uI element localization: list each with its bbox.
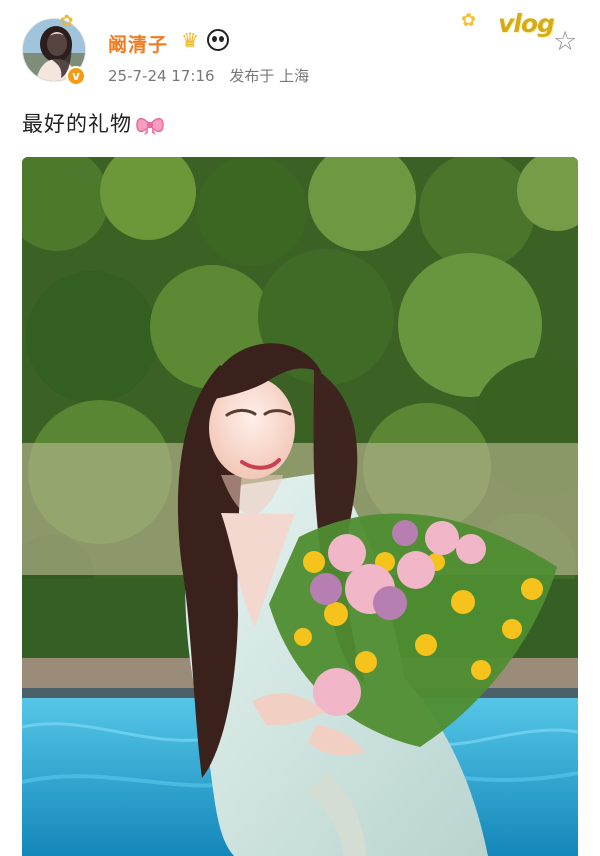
flower-icon: ✿ <box>461 10 476 31</box>
vlog-badge: ✿ vlog <box>461 6 555 42</box>
post-text: 最好的礼物 <box>22 108 166 138</box>
post-caption: 最好的礼物 <box>22 112 132 136</box>
post-location: 发布于 上海 <box>229 67 310 85</box>
post-time: 25-7-24 17:16 <box>108 67 215 85</box>
vlog-label: vlog <box>498 9 555 38</box>
crown-icon: ♛ <box>181 28 199 52</box>
panda-icon <box>207 29 229 51</box>
post-header: ✿ v 阚清子 ♛ 25-7-24 17:16 发布于 上海 ✿ vlog ☆ <box>0 0 600 100</box>
post-meta: 25-7-24 17:16 发布于 上海 <box>108 65 319 86</box>
sparkle-icon: ✿ <box>60 11 74 30</box>
verified-badge-icon: v <box>66 66 86 86</box>
star-icon[interactable]: ☆ <box>553 28 579 55</box>
post-photo[interactable] <box>22 157 578 856</box>
bow-icon <box>134 114 166 136</box>
username[interactable]: 阚清子 <box>108 30 168 57</box>
